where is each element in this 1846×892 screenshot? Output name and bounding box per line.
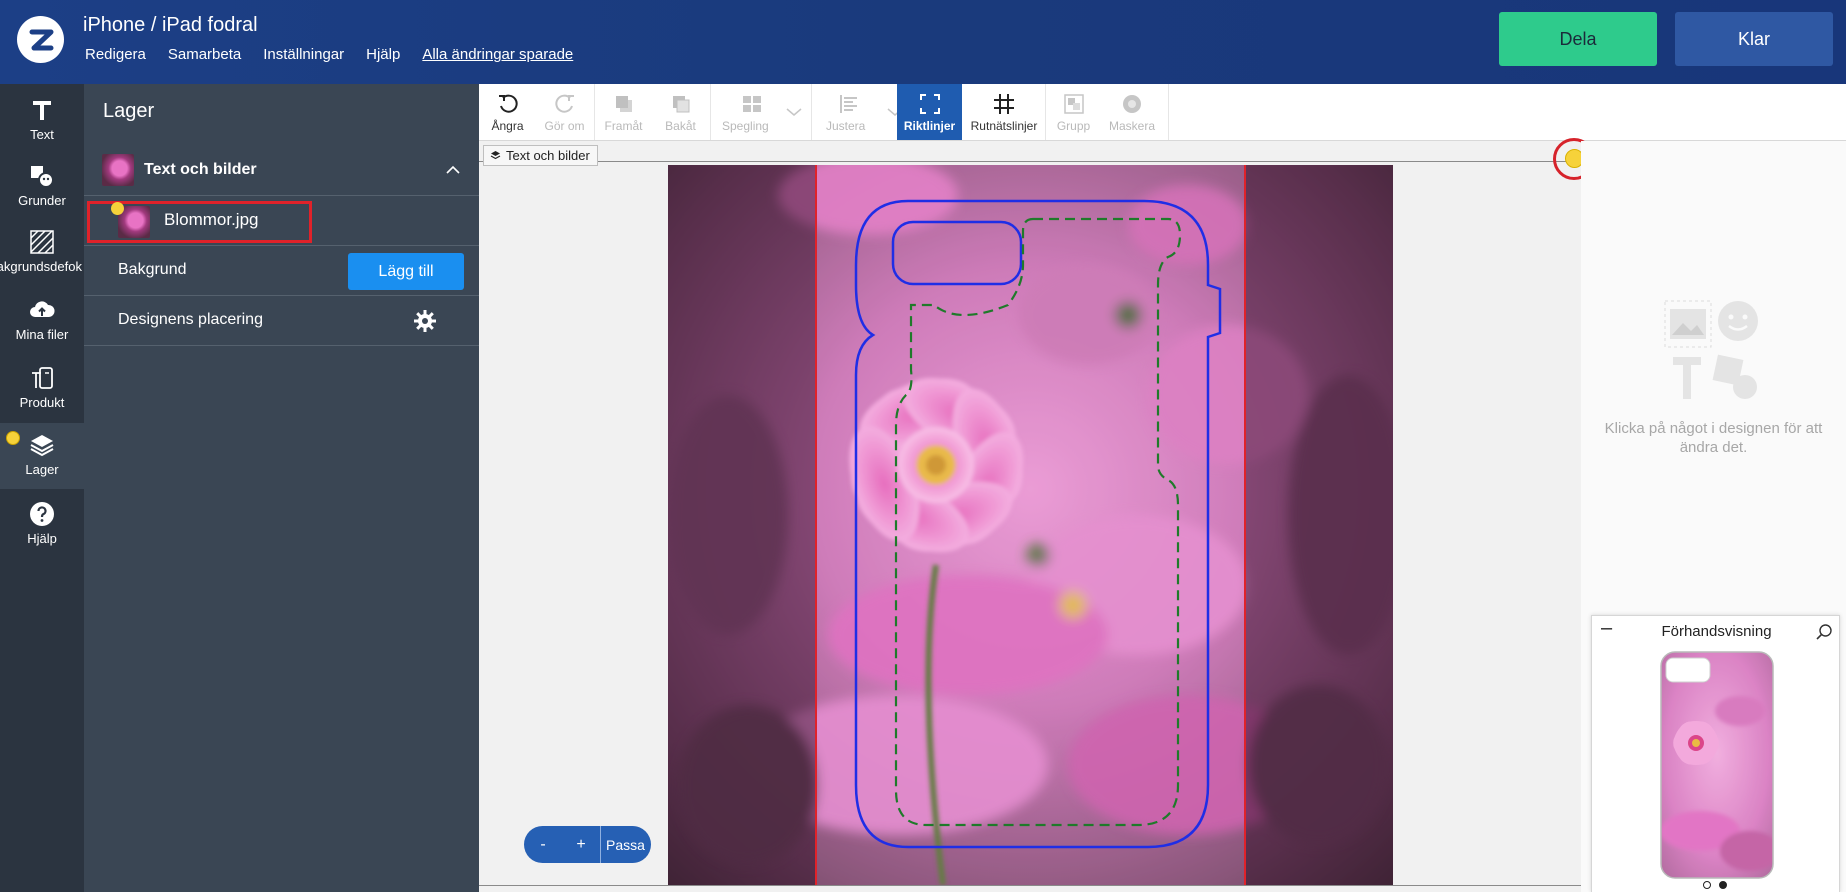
zoom-out-button[interactable]: - bbox=[524, 836, 562, 854]
main-menu: Redigera Samarbeta Inställningar Hjälp A… bbox=[85, 46, 573, 63]
mask-button[interactable]: Maskera bbox=[1102, 84, 1162, 140]
group-icon bbox=[1063, 94, 1084, 114]
mirror-icon bbox=[743, 96, 761, 112]
rail-item-label: Bakgrundsdefok bbox=[0, 259, 82, 274]
rail-item-label: Hjälp bbox=[27, 531, 57, 546]
guidelines-toggle[interactable]: Riktlinjer bbox=[897, 84, 962, 140]
guidelines-icon bbox=[919, 94, 940, 114]
layer-group-row[interactable]: Text och bilder bbox=[84, 144, 479, 196]
rail-item-my-files[interactable]: Mina filer bbox=[0, 288, 84, 354]
design-canvas[interactable]: Text och bilder - + Passa bbox=[479, 141, 1581, 892]
chevron-up-icon[interactable] bbox=[445, 162, 461, 178]
preview-page-dot[interactable] bbox=[1703, 881, 1711, 889]
preview-page-dot[interactable] bbox=[1719, 881, 1727, 889]
rail-item-label: Grunder bbox=[18, 193, 66, 208]
rail-item-label: Lager bbox=[25, 462, 59, 477]
editor-toolbar: Ångra Gör om Framåt Bakåt Spegling Juste… bbox=[479, 84, 1846, 141]
bring-forward-button[interactable]: Framåt bbox=[595, 84, 652, 140]
menu-settings[interactable]: Inställningar bbox=[263, 46, 344, 63]
shapes-icon bbox=[31, 166, 54, 188]
menu-help[interactable]: Hjälp bbox=[366, 46, 400, 63]
help-icon bbox=[30, 502, 54, 526]
grid-lines-toggle[interactable]: Rutnätslinjer bbox=[964, 84, 1044, 140]
send-backward-icon bbox=[672, 96, 689, 113]
tool-label: Framåt bbox=[604, 119, 643, 133]
empty-selection-hint: Klicka på något i designen för att ändra… bbox=[1604, 420, 1823, 456]
undo-button[interactable]: Ångra bbox=[479, 84, 536, 140]
rail-item-label: Mina filer bbox=[15, 327, 69, 342]
done-button[interactable]: Klar bbox=[1675, 12, 1833, 66]
rail-item-backgrounds[interactable]: Bakgrundsdefok bbox=[0, 220, 84, 286]
rail-item-text[interactable]: Text bbox=[0, 88, 84, 154]
add-background-button[interactable]: Lägg till bbox=[348, 253, 464, 290]
group-thumbnail bbox=[102, 153, 134, 186]
menu-edit[interactable]: Redigera bbox=[85, 46, 146, 63]
tool-label: Maskera bbox=[1108, 119, 1155, 133]
properties-panel: Klicka på något i designen för att ändra… bbox=[1581, 141, 1846, 892]
gear-icon[interactable] bbox=[413, 309, 437, 333]
redo-icon bbox=[554, 94, 574, 113]
layer-name: Blommor.jpg bbox=[164, 210, 259, 229]
rail-item-basics[interactable]: Grunder bbox=[0, 154, 84, 220]
tool-label: Grupp bbox=[1056, 119, 1091, 133]
layer-item[interactable]: Blommor.jpg bbox=[84, 196, 479, 246]
share-button[interactable]: Dela bbox=[1499, 12, 1657, 66]
placement-label: Designens placering bbox=[118, 311, 263, 328]
mask-icon bbox=[1123, 95, 1141, 113]
cloud-upload-icon bbox=[30, 301, 55, 317]
layers-icon bbox=[30, 435, 54, 457]
undo-icon bbox=[498, 94, 518, 113]
group-button[interactable]: Grupp bbox=[1046, 84, 1101, 140]
zoom-in-button[interactable]: + bbox=[562, 836, 600, 854]
layers-panel: Lager Text och bilder Blommor.jpg Bakgru… bbox=[84, 84, 479, 892]
product-icon bbox=[32, 367, 53, 389]
tool-label: Gör om bbox=[544, 119, 585, 133]
tool-rail: Text Grunder Bakgrundsdefok Mina filer P… bbox=[0, 84, 84, 892]
tool-label: Bakåt bbox=[665, 119, 696, 133]
flower-image-design[interactable] bbox=[668, 165, 1393, 885]
bring-forward-icon bbox=[615, 96, 632, 112]
design-elements-icon bbox=[1664, 300, 1758, 399]
layers-title: Lager bbox=[103, 100, 155, 122]
top-header: iPhone / iPad fodral Redigera Samarbeta … bbox=[0, 0, 1846, 84]
tool-label: Ångra bbox=[491, 119, 524, 133]
background-row: Bakgrund Lägg till bbox=[84, 246, 479, 296]
rail-item-product[interactable]: Produkt bbox=[0, 356, 84, 422]
saved-status-link[interactable]: Alla ändringar sparade bbox=[422, 46, 573, 63]
warning-dot bbox=[111, 202, 124, 215]
phone-case-preview[interactable] bbox=[1660, 651, 1774, 879]
placement-row: Designens placering bbox=[84, 296, 479, 346]
layer-tag-label: Text och bilder bbox=[506, 148, 590, 163]
mirror-dropdown[interactable]: Spegling bbox=[711, 84, 811, 140]
zoom-control: - + Passa bbox=[524, 826, 651, 863]
tool-label: Riktlinjer bbox=[903, 119, 956, 133]
menu-collaborate[interactable]: Samarbeta bbox=[168, 46, 241, 63]
preview-title: Förhandsvisning bbox=[1661, 623, 1772, 640]
rail-item-label: Produkt bbox=[19, 395, 65, 410]
zazzle-logo-icon[interactable] bbox=[17, 16, 64, 63]
send-backward-button[interactable]: Bakåt bbox=[652, 84, 709, 140]
preview-pager bbox=[1703, 881, 1727, 889]
rail-item-label: Text bbox=[30, 127, 54, 142]
rail-item-help[interactable]: Hjälp bbox=[0, 492, 84, 558]
chevron-down-icon bbox=[786, 108, 802, 116]
background-label: Bakgrund bbox=[118, 261, 187, 278]
product-title: iPhone / iPad fodral bbox=[83, 14, 258, 36]
rail-item-layers[interactable]: Lager bbox=[0, 423, 84, 489]
layer-group-label: Text och bilder bbox=[144, 160, 257, 178]
preview-panel: – Förhandsvisning bbox=[1591, 615, 1840, 892]
layer-tag[interactable]: Text och bilder bbox=[483, 145, 598, 166]
layers-icon bbox=[490, 151, 501, 160]
redo-button[interactable]: Gör om bbox=[536, 84, 593, 140]
background-icon bbox=[30, 230, 54, 254]
align-icon bbox=[840, 95, 857, 113]
tool-label: Spegling bbox=[722, 119, 769, 133]
zoom-fit-button[interactable]: Passa bbox=[601, 837, 645, 853]
tool-label: Rutnätslinjer bbox=[970, 119, 1038, 133]
grid-icon bbox=[994, 94, 1014, 114]
tool-label: Justera bbox=[826, 119, 866, 133]
text-icon bbox=[33, 101, 51, 120]
search-icon bbox=[1816, 624, 1832, 640]
warning-dot bbox=[6, 431, 20, 445]
